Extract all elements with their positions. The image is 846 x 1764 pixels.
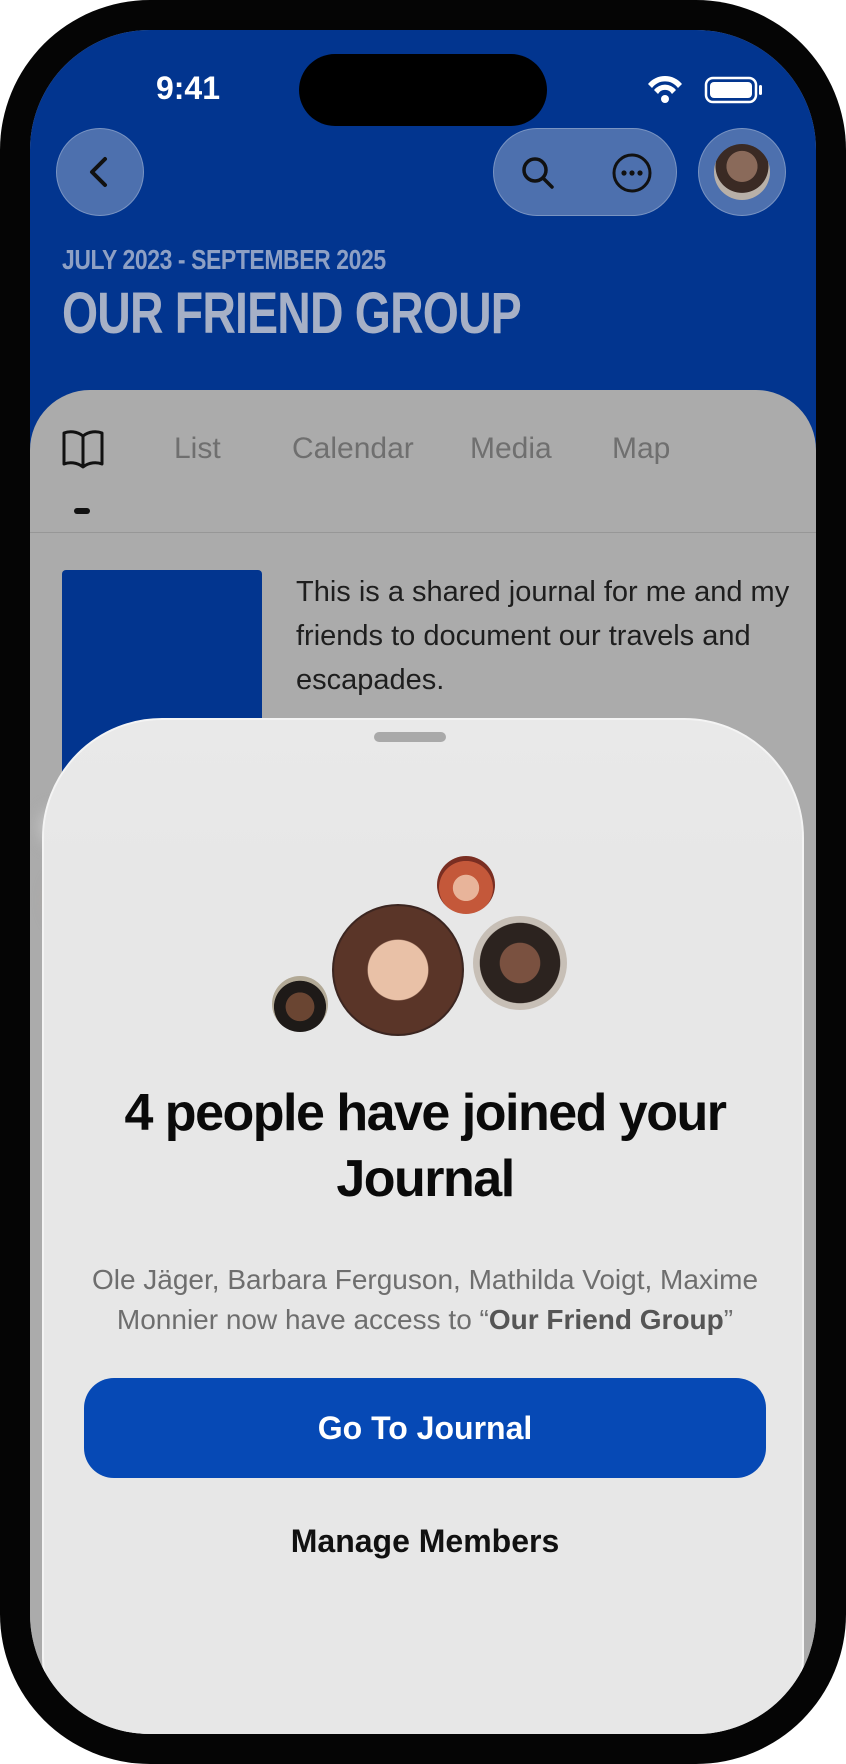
- journal-date-range: JULY 2023 - SEPTEMBER 2025: [62, 244, 386, 275]
- member-avatar-3: [473, 916, 567, 1010]
- manage-members-button[interactable]: Manage Members: [84, 1506, 766, 1576]
- status-icons: [644, 74, 784, 104]
- go-to-journal-button[interactable]: Go To Journal: [84, 1378, 766, 1478]
- sheet-grabber[interactable]: [374, 732, 446, 742]
- journal-title: OUR FRIEND GROUP: [62, 281, 522, 346]
- profile-button[interactable]: [698, 128, 786, 216]
- more-icon: [612, 153, 652, 193]
- members-joined-sheet: 4 people have joined your Journal Ole Jä…: [42, 718, 804, 1734]
- tab-map[interactable]: Map: [612, 432, 670, 466]
- sheet-heading: 4 people have joined your Journal: [124, 1084, 727, 1208]
- tab-calendar[interactable]: Calendar: [292, 432, 414, 466]
- tab-list[interactable]: List: [174, 432, 221, 466]
- chevron-left-icon: [90, 157, 107, 187]
- wifi-battery-icons: [648, 75, 762, 104]
- profile-avatar: [714, 144, 770, 200]
- member-avatar-4: [437, 856, 495, 914]
- phone-screen: 9:41 JULY 2023 - SEPTEMBER 2025 OUR FRIE…: [30, 30, 816, 1734]
- book-icon: [62, 430, 104, 469]
- tab-media[interactable]: Media: [470, 432, 552, 466]
- back-button[interactable]: [56, 128, 144, 216]
- search-icon: [522, 157, 554, 189]
- tab-indicator: [74, 508, 90, 514]
- dynamic-island: [299, 54, 547, 126]
- sheet-body: Ole Jäger, Barbara Ferguson, Mathilda Vo…: [74, 1260, 776, 1340]
- battery-icon: [704, 76, 762, 104]
- wifi-icon: [648, 75, 682, 103]
- member-avatar-2: [272, 976, 328, 1032]
- actions-pill: [493, 128, 677, 216]
- tab-book[interactable]: [60, 426, 106, 472]
- journal-description: This is a shared journal for me and my f…: [296, 576, 790, 696]
- more-button[interactable]: [602, 143, 662, 203]
- search-button[interactable]: [508, 143, 568, 203]
- sheet-body-journal-name: Our Friend Group: [488, 1304, 724, 1335]
- status-time: 9:41: [155, 70, 221, 106]
- tab-divider: [30, 532, 816, 533]
- sheet-body-suffix: ”: [723, 1304, 734, 1335]
- member-avatar-1: [332, 904, 464, 1036]
